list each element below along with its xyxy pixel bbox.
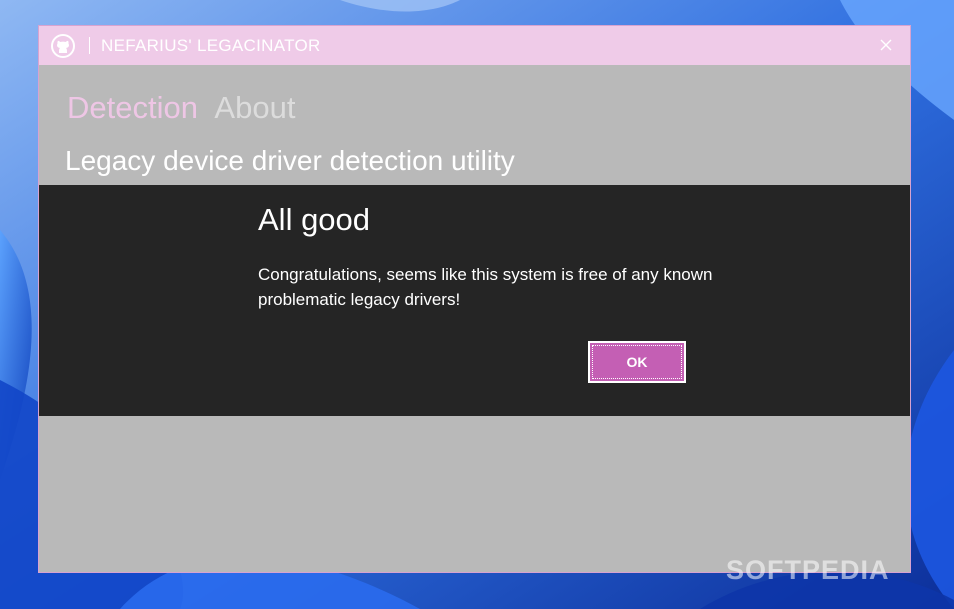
dialog-message: Congratulations, seems like this system … [258, 265, 713, 309]
window-title: NEFARIUS' LEGACINATOR [101, 36, 321, 55]
title-separator [89, 37, 90, 54]
softpedia-watermark: SOFTPEDIA [726, 555, 890, 585]
dialog-title: All good [258, 202, 371, 237]
tab-about[interactable]: About [214, 90, 295, 126]
tab-detection[interactable]: Detection [67, 90, 198, 126]
title-bar[interactable]: NEFARIUS' LEGACINATOR [39, 26, 910, 65]
ok-button[interactable]: OK [588, 341, 686, 383]
nav-tabs: Detection About [67, 90, 307, 126]
message-dialog: All good Congratulations, seems like thi… [39, 185, 910, 416]
close-icon[interactable] [876, 35, 896, 55]
app-window: NEFARIUS' LEGACINATOR Detection About Le… [38, 25, 911, 573]
page-subtitle: Legacy device driver detection utility [65, 145, 515, 176]
github-icon[interactable] [51, 34, 75, 58]
